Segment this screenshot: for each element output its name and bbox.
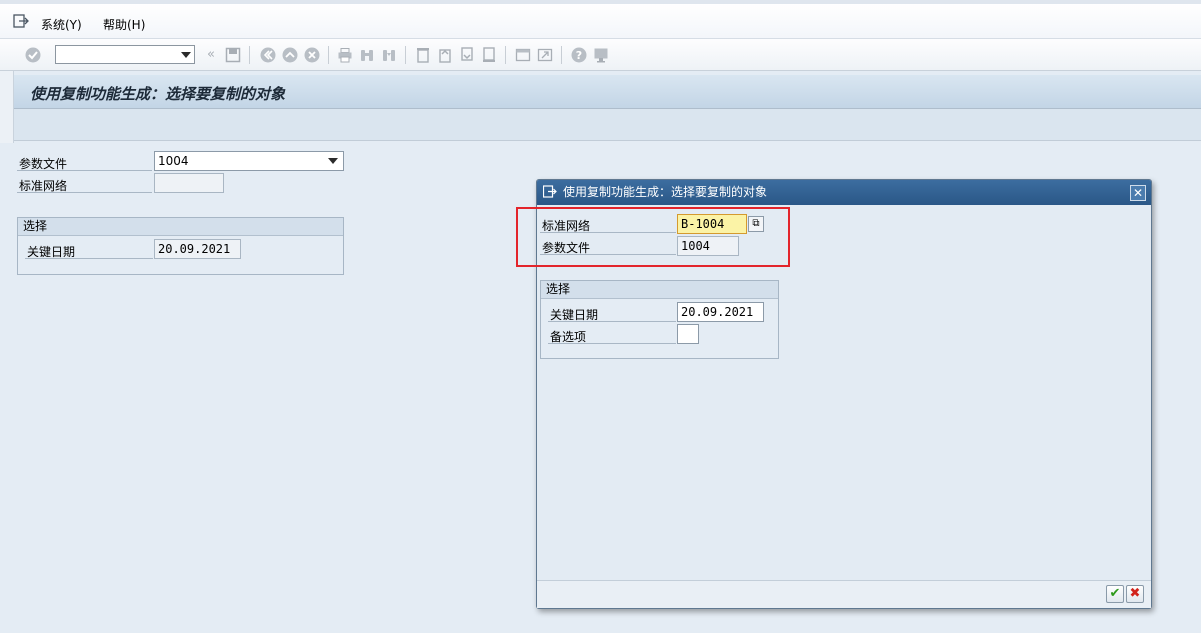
command-input[interactable] (56, 46, 176, 63)
label-underline (17, 170, 152, 171)
dialog-title-bar: 使用复制功能生成：选择要复制的对象 ✕ (537, 180, 1151, 205)
dialog-key-date-field[interactable]: 20.09.2021 (677, 302, 764, 322)
dialog-alternative-field[interactable] (677, 324, 699, 344)
toolbar-separator (505, 46, 506, 64)
exit-icon[interactable] (282, 47, 298, 63)
label-underline (548, 343, 676, 344)
label-underline (17, 192, 152, 193)
dialog-window-icon (543, 185, 557, 198)
find-next-icon[interactable] (381, 47, 397, 63)
find-icon[interactable] (359, 47, 375, 63)
left-edge (0, 71, 14, 143)
help-icon[interactable]: ? (571, 47, 587, 63)
chevron-down-icon[interactable] (181, 52, 191, 58)
new-session-icon[interactable] (515, 47, 531, 63)
toolbar-separator (405, 46, 406, 64)
cancel-icon[interactable]: ✖ (1126, 585, 1144, 603)
profile-combo[interactable]: 1004 (154, 151, 344, 171)
previous-page-icon[interactable] (437, 47, 453, 63)
print-icon[interactable] (337, 47, 353, 63)
enter-icon[interactable] (25, 47, 41, 63)
menu-exit-icon[interactable] (13, 14, 29, 28)
standard-toolbar: « ? (0, 38, 1201, 71)
dialog-selection-group: 选择 关键日期 20.09.2021 备选项 (540, 280, 779, 359)
save-icon[interactable] (225, 47, 241, 63)
menu-bar: 系统(Y) 帮助(H) (0, 0, 1201, 38)
profile-value: 1004 (158, 154, 189, 168)
toolbar-separator (561, 46, 562, 64)
check-icon[interactable]: ✔ (1106, 585, 1124, 603)
back-icon[interactable] (260, 47, 276, 63)
menu-system[interactable]: 系统(Y) (41, 16, 82, 33)
application-toolbar (14, 109, 1201, 141)
double-left-icon[interactable]: « (203, 47, 219, 63)
page-title: 使用复制功能生成：选择要复制的对象 (30, 85, 286, 103)
selection-group-title: 选择 (18, 218, 343, 236)
customize-layout-icon[interactable] (593, 47, 609, 63)
close-icon[interactable]: ✕ (1130, 185, 1146, 201)
chevron-down-icon[interactable] (328, 158, 338, 164)
cancel-toolbar-icon[interactable] (304, 47, 320, 63)
toolbar-separator (328, 46, 329, 64)
dialog-footer: ✔ ✖ (537, 580, 1151, 608)
label-underline (25, 258, 153, 259)
shortcut-icon[interactable] (537, 47, 553, 63)
menu-help[interactable]: 帮助(H) (103, 16, 145, 33)
dialog-selection-group-title: 选择 (541, 281, 778, 299)
last-page-icon[interactable] (481, 47, 497, 63)
title-bar: 使用复制功能生成：选择要复制的对象 (14, 75, 1201, 109)
next-page-icon[interactable] (459, 47, 475, 63)
selection-group: 选择 关键日期 20.09.2021 (17, 217, 344, 275)
highlight-box (516, 207, 790, 267)
svg-text:?: ? (576, 49, 582, 62)
key-date-field[interactable]: 20.09.2021 (154, 239, 241, 259)
dialog-title: 使用复制功能生成：选择要复制的对象 (563, 185, 768, 199)
label-underline (548, 321, 676, 322)
command-field[interactable] (55, 45, 195, 64)
std-network-field[interactable] (154, 173, 224, 193)
first-page-icon[interactable] (415, 47, 431, 63)
toolbar-separator (249, 46, 250, 64)
